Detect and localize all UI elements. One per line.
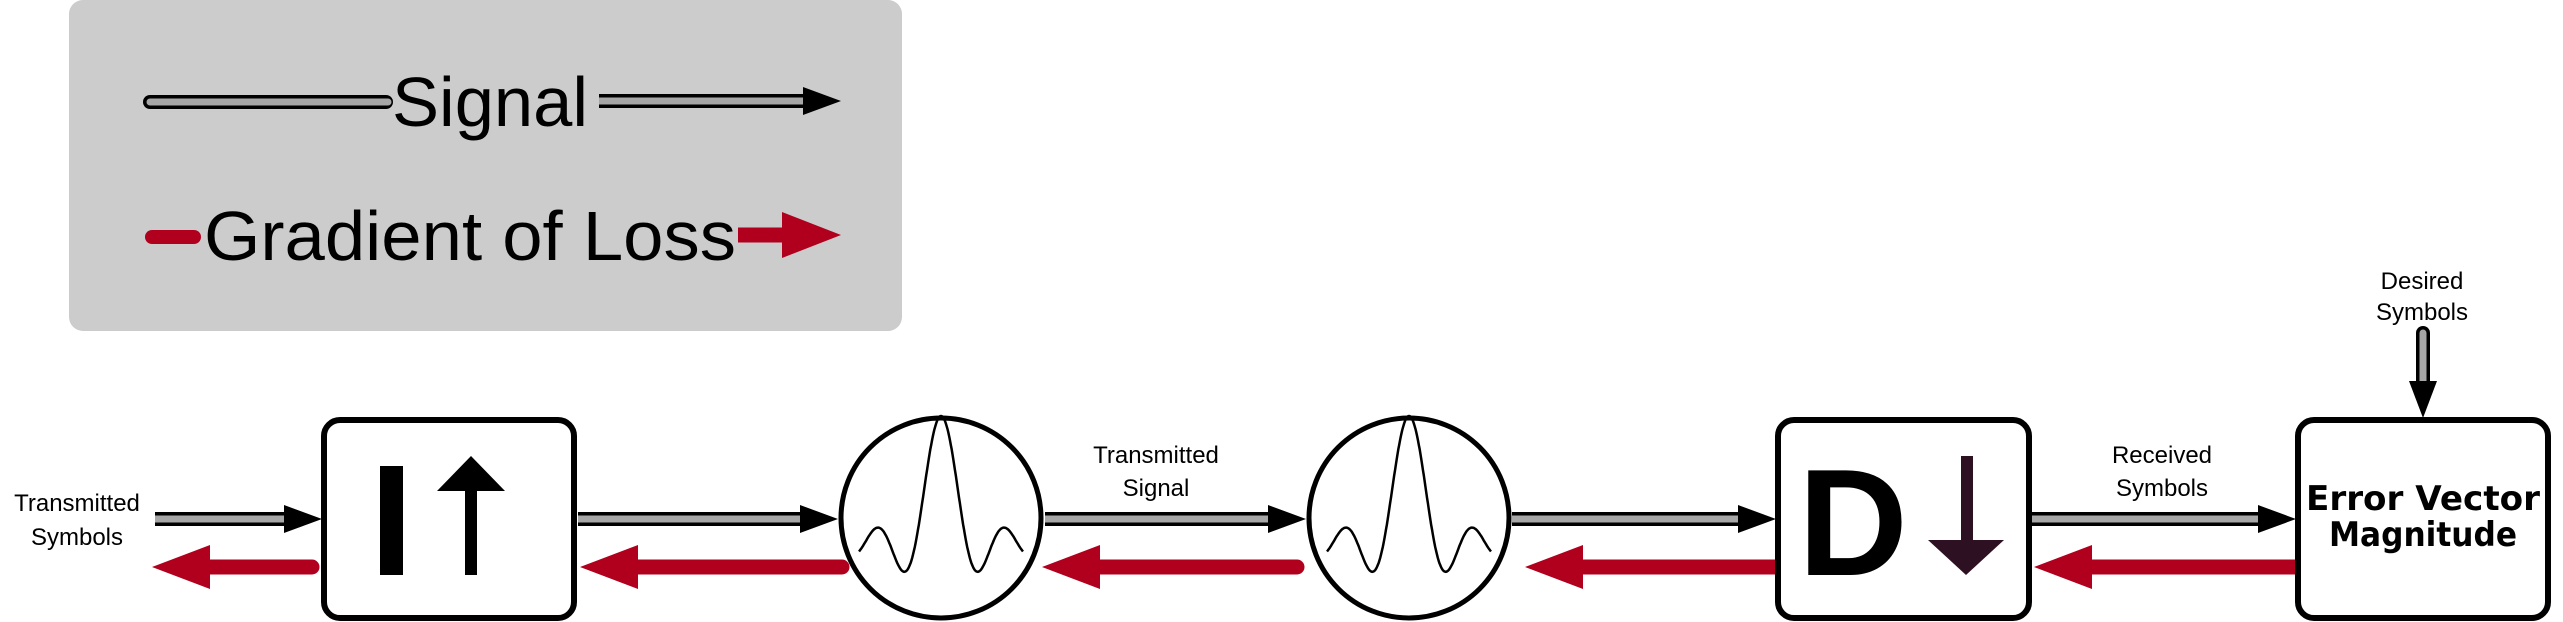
arrowhead-right-icon — [1268, 505, 1306, 533]
legend-signal-label: Signal — [392, 63, 588, 141]
gradient-arrow-to-txfilter — [1042, 545, 1305, 589]
signal-arrow-rxfilter-to-downsample — [1512, 505, 1776, 533]
signal-arrow-downsample-to-evm — [2032, 505, 2296, 533]
upsample-block — [321, 417, 577, 621]
arrowhead-down-icon — [2409, 381, 2437, 418]
upsample-factor-glyph-I — [380, 466, 403, 575]
gradient-arrow-to-downsample — [2034, 545, 2297, 589]
downsample-factor-glyph-D: D — [1798, 438, 1908, 608]
evm-loss-block: Error Vector Magnitude — [2295, 417, 2551, 621]
received-symbols-label: Received Symbols — [2112, 442, 2212, 502]
desired-label-line1: Desired — [2381, 268, 2464, 295]
arrowhead-right-icon — [2258, 505, 2296, 533]
mid-label-line1: Transmitted — [1093, 442, 1219, 469]
tx-filter-circle — [838, 415, 1044, 621]
received-label-line2: Symbols — [2116, 475, 2208, 502]
arrowhead-left-icon — [2034, 545, 2092, 589]
rx-matched-filter — [1306, 414, 1512, 621]
upsample-box — [321, 417, 577, 621]
signal-arrow-txfilter-to-rxfilter — [1045, 505, 1306, 533]
arrowhead-right-icon — [284, 505, 322, 533]
arrowhead-left-icon — [1042, 545, 1100, 589]
signal-arrow-upsample-to-txfilter — [578, 505, 838, 533]
input-label: Transmitted Symbols — [14, 490, 140, 551]
arrowhead-right-icon — [1738, 505, 1776, 533]
rx-filter-circle — [1306, 415, 1512, 621]
transmitted-signal-label: Transmitted Signal — [1093, 442, 1219, 502]
desired-symbols-arrow — [2409, 326, 2437, 418]
mid-label-line2: Signal — [1123, 475, 1190, 502]
input-label-line1: Transmitted — [14, 490, 140, 517]
evm-label-line1: Error Vector — [2306, 479, 2540, 519]
downsample-block: D — [1775, 417, 2032, 621]
evm-label-line2: Magnitude — [2329, 515, 2517, 555]
arrowhead-right-icon — [800, 505, 838, 533]
legend-gradient-label: Gradient of Loss — [204, 197, 736, 275]
desired-symbols-input: Desired Symbols — [2376, 268, 2468, 418]
legend-box — [69, 0, 902, 331]
desired-label-line2: Symbols — [2376, 299, 2468, 326]
arrowhead-left-icon — [1525, 545, 1583, 589]
legend: Signal Gradient of Loss — [69, 0, 902, 331]
tx-pulse-shaping-filter — [838, 414, 1044, 621]
gradient-arrow-to-input — [152, 545, 320, 589]
arrowhead-left-icon — [580, 545, 638, 589]
input-label-line2: Symbols — [31, 524, 123, 551]
gradient-arrow-to-upsample — [580, 545, 850, 589]
block-diagram: Signal Gradient of Loss Transmitted Symb… — [14, 0, 2551, 621]
signal-arrow-input — [155, 505, 322, 533]
received-label-line1: Received — [2112, 442, 2212, 469]
arrowhead-left-icon — [152, 545, 210, 589]
gradient-arrow-to-rxfilter — [1525, 545, 1777, 589]
